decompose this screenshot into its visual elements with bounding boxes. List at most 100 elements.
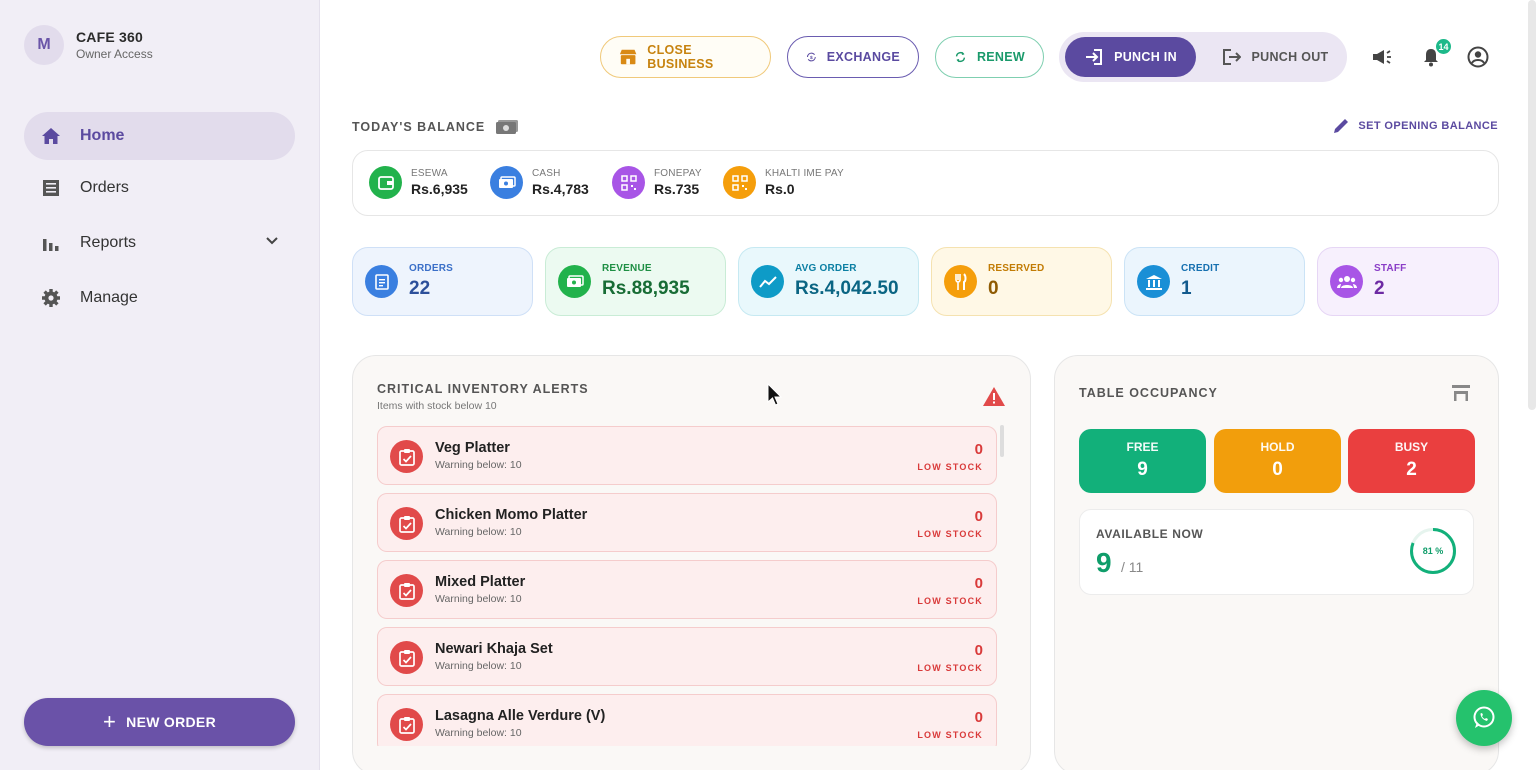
- stat-value: 1: [1181, 278, 1192, 299]
- fork-knife-icon: [944, 265, 977, 298]
- svg-text:$: $: [810, 55, 813, 61]
- avatar[interactable]: M: [24, 25, 64, 65]
- home-icon: [40, 125, 62, 147]
- punch-out-button[interactable]: PUNCH OUT: [1209, 37, 1341, 77]
- inventory-subtitle: Items with stock below 10: [377, 400, 497, 412]
- balance-khalti: KHALTI IME PAY Rs.0: [723, 166, 844, 199]
- inventory-title: CRITICAL INVENTORY ALERTS: [377, 382, 589, 396]
- item-name: Veg Platter: [435, 440, 510, 456]
- wallet-icon: [369, 166, 402, 199]
- stat-label: CREDIT: [1181, 263, 1220, 274]
- exchange-icon: $: [806, 52, 816, 62]
- set-opening-balance-button[interactable]: SET OPENING BALANCE: [1332, 117, 1498, 135]
- set-opening-label: SET OPENING BALANCE: [1358, 120, 1498, 132]
- occupancy-value: 0: [1272, 459, 1283, 480]
- warning-icon: [983, 387, 1005, 406]
- occupancy-label: BUSY: [1394, 440, 1429, 454]
- new-order-button[interactable]: + NEW ORDER: [24, 698, 295, 746]
- sidebar-item-reports[interactable]: Reports: [24, 219, 295, 267]
- inventory-alerts-panel: CRITICAL INVENTORY ALERTS Items with sto…: [352, 355, 1031, 770]
- stat-label: RESERVED: [988, 263, 1045, 274]
- inventory-list[interactable]: Veg Platter Warning below: 10 0 LOW STOC…: [377, 426, 997, 746]
- clipboard-check-icon: [390, 641, 423, 674]
- availability-percent: 81 %: [1422, 546, 1444, 556]
- list-item[interactable]: Lasagna Alle Verdure (V) Warning below: …: [377, 694, 997, 746]
- table-occupancy-panel: TABLE OCCUPANCY FREE 9 HOLD 0 BUSY 2 AVA…: [1054, 355, 1499, 770]
- cash-icon: [496, 120, 519, 134]
- occupancy-busy[interactable]: BUSY 2: [1348, 429, 1475, 493]
- occupancy-hold[interactable]: HOLD 0: [1214, 429, 1341, 493]
- balance-value: Rs.735: [654, 181, 700, 197]
- logout-icon: [1223, 49, 1242, 65]
- stat-value: 0: [988, 278, 999, 299]
- punch-out-label: PUNCH OUT: [1251, 50, 1329, 64]
- page-scrollbar[interactable]: [1528, 0, 1536, 410]
- sidebar-item-orders[interactable]: Orders: [24, 164, 295, 212]
- item-name: Chicken Momo Platter: [435, 507, 588, 523]
- sidebar-item-manage[interactable]: Manage: [24, 274, 295, 322]
- balance-title: TODAY'S BALANCE: [352, 120, 486, 134]
- list-item[interactable]: Veg Platter Warning below: 10 0 LOW STOC…: [377, 426, 997, 485]
- stat-card-credit[interactable]: CREDIT 1: [1124, 247, 1305, 316]
- qr-code-icon: [612, 166, 645, 199]
- megaphone-icon[interactable]: [1370, 45, 1394, 69]
- item-name: Mixed Platter: [435, 574, 526, 590]
- cash-icon: [490, 166, 523, 199]
- occupancy-free[interactable]: FREE 9: [1079, 429, 1206, 493]
- clipboard-check-icon: [390, 708, 423, 741]
- list-item[interactable]: Chicken Momo Platter Warning below: 10 0…: [377, 493, 997, 552]
- pencil-icon: [1334, 119, 1349, 133]
- group-icon: [1330, 265, 1363, 298]
- refresh-icon: [955, 51, 966, 63]
- item-quantity: 0: [974, 441, 983, 458]
- occupancy-label: FREE: [1126, 440, 1159, 454]
- sidebar-item-home[interactable]: Home: [24, 112, 295, 160]
- notification-badge: 14: [1436, 39, 1451, 54]
- inventory-scrollbar[interactable]: [1000, 425, 1004, 457]
- balance-label: CASH: [532, 168, 561, 179]
- brand-role: Owner Access: [76, 47, 153, 61]
- stat-card-revenue[interactable]: REVENUE Rs.88,935: [545, 247, 726, 316]
- clipboard-check-icon: [390, 440, 423, 473]
- sidebar-item-label: Reports: [80, 234, 137, 251]
- available-now-card: AVAILABLE NOW 9 / 11 81 %: [1079, 509, 1474, 595]
- sidebar-item-label: Manage: [80, 289, 138, 306]
- chevron-down-icon[interactable]: [265, 234, 279, 253]
- close-business-button[interactable]: CLOSE BUSINESS: [600, 36, 771, 78]
- account-circle-icon[interactable]: [1466, 45, 1490, 69]
- balance-fonepay: FONEPAY Rs.735: [612, 166, 702, 199]
- cash-icon: [558, 265, 591, 298]
- available-value: 9: [1096, 547, 1112, 578]
- qr-code-icon: [723, 166, 756, 199]
- status-badge: LOW STOCK: [917, 663, 983, 673]
- list-item[interactable]: Newari Khaja Set Warning below: 10 0 LOW…: [377, 627, 997, 686]
- whatsapp-button[interactable]: [1456, 690, 1512, 746]
- bell-icon[interactable]: 14: [1419, 39, 1451, 69]
- stat-label: ORDERS: [409, 263, 453, 274]
- plus-icon: +: [103, 709, 117, 734]
- renew-label: RENEW: [976, 50, 1025, 64]
- stat-label: STAFF: [1374, 263, 1407, 274]
- punch-in-button[interactable]: PUNCH IN: [1065, 37, 1196, 77]
- renew-button[interactable]: RENEW: [935, 36, 1044, 78]
- exchange-button[interactable]: $ EXCHANGE: [787, 36, 919, 78]
- login-icon: [1086, 49, 1103, 65]
- item-warning: Warning below: 10: [435, 526, 522, 538]
- exchange-label: EXCHANGE: [826, 50, 900, 64]
- balance-value: Rs.6,935: [411, 181, 468, 197]
- status-badge: LOW STOCK: [917, 596, 983, 606]
- occupancy-value: 2: [1406, 459, 1417, 480]
- balance-label: KHALTI IME PAY: [765, 168, 844, 179]
- item-warning: Warning below: 10: [435, 727, 522, 739]
- stat-card-orders[interactable]: ORDERS 22: [352, 247, 533, 316]
- stat-card-avg-order[interactable]: AVG ORDER Rs.4,042.50: [738, 247, 919, 316]
- list-item[interactable]: Mixed Platter Warning below: 10 0 LOW ST…: [377, 560, 997, 619]
- stat-card-reserved[interactable]: RESERVED 0: [931, 247, 1112, 316]
- table-icon: [1452, 385, 1470, 401]
- available-label: AVAILABLE NOW: [1096, 527, 1204, 541]
- stat-card-staff[interactable]: STAFF 2: [1317, 247, 1499, 316]
- status-badge: LOW STOCK: [917, 462, 983, 472]
- sidebar-item-label: Orders: [80, 179, 129, 196]
- sidebar: M CAFE 360 Owner Access Home Orders Repo…: [0, 0, 320, 770]
- clipboard-check-icon: [390, 574, 423, 607]
